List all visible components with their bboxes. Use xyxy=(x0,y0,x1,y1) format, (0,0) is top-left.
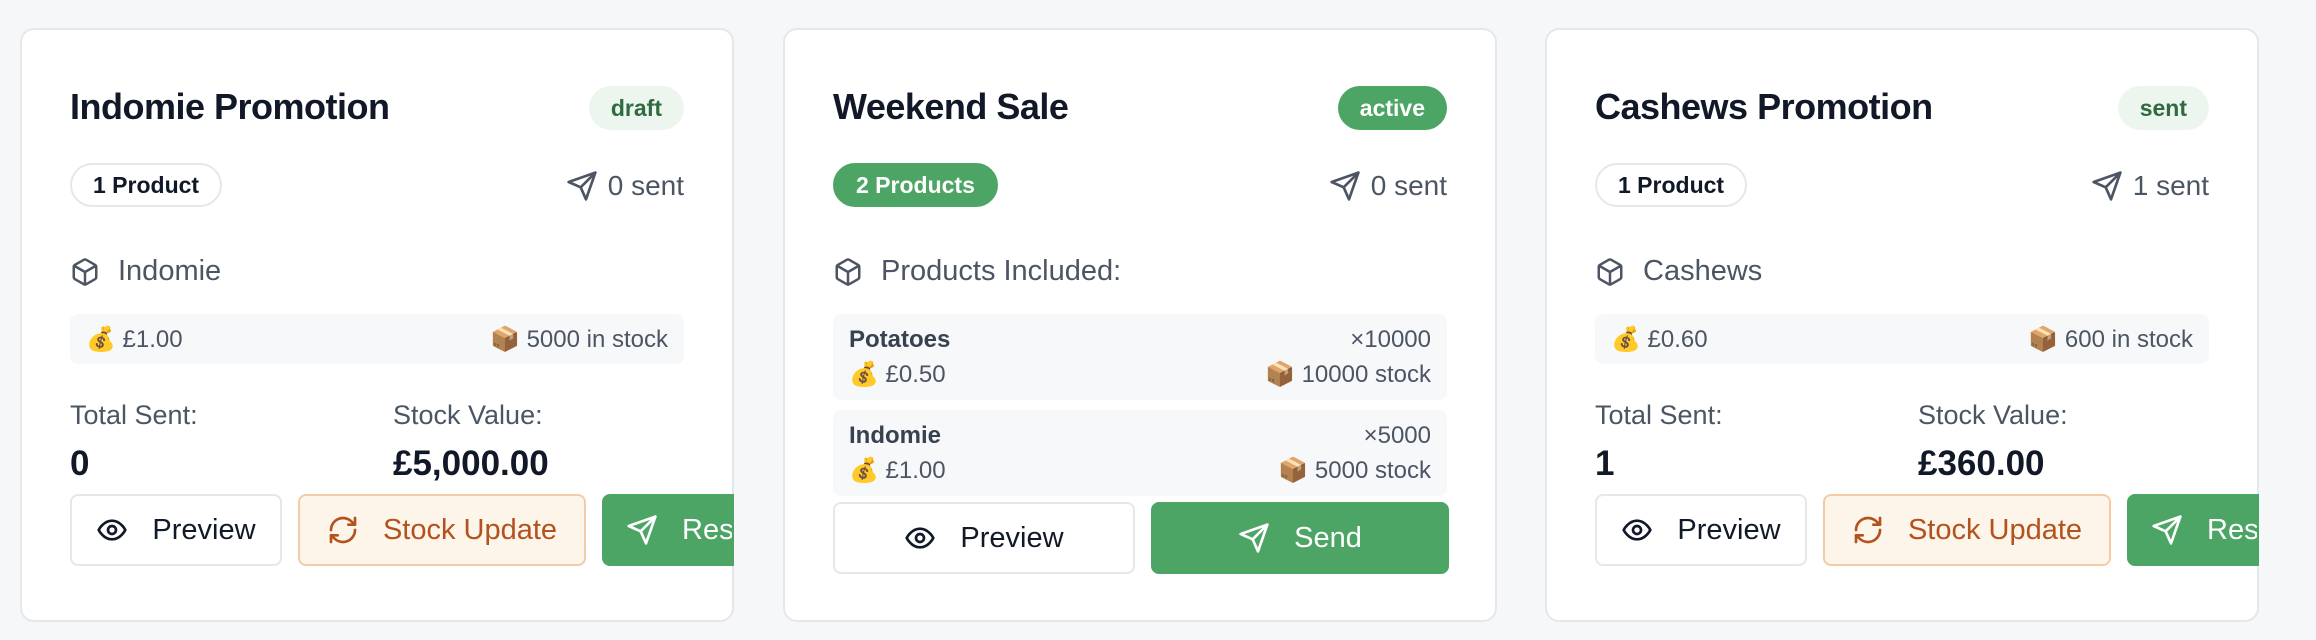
campaign-title: Weekend Sale xyxy=(833,86,1069,127)
send-button-label: Send xyxy=(1294,521,1362,554)
stock-update-button-label: Stock Update xyxy=(382,513,558,546)
price-stock-row: 💰 £1.00 📦 5000 in stock xyxy=(70,314,684,364)
status-badge: sent xyxy=(2117,86,2209,130)
sent-count: 0 sent xyxy=(566,166,684,206)
stock-value: £360.00 xyxy=(1918,444,2045,483)
products-included-label: Products Included: xyxy=(881,255,1122,287)
product-line: Cashews xyxy=(1595,255,1762,288)
refresh-icon xyxy=(329,516,357,544)
sent-count-label: 0 sent xyxy=(607,170,684,201)
product-line: Indomie xyxy=(70,255,221,288)
resend-button-label: Resend xyxy=(2207,513,2259,546)
preview-button-label: Preview xyxy=(152,513,256,546)
send-icon xyxy=(567,171,597,201)
preview-button[interactable]: Preview xyxy=(1595,494,1807,566)
price: 💰 £1.00 xyxy=(849,457,946,484)
total-sent-value: 0 xyxy=(70,444,90,483)
send-icon xyxy=(2092,171,2122,201)
total-sent-value: 1 xyxy=(1595,444,1615,483)
send-icon xyxy=(627,515,657,545)
preview-button-label: Preview xyxy=(1677,513,1781,546)
resend-button[interactable]: Resend xyxy=(2127,494,2259,566)
package-icon xyxy=(835,257,861,286)
send-icon xyxy=(1239,523,1269,553)
eye-icon xyxy=(905,527,936,549)
stock-value-label: Stock Value: xyxy=(1918,400,2068,430)
stock: 📦 5000 in stock xyxy=(490,325,668,353)
stock-update-button[interactable]: Stock Update xyxy=(298,494,586,566)
stock: 📦 600 in stock xyxy=(2028,325,2193,353)
product-name: Potatoes xyxy=(849,325,951,353)
price: 💰 £1.00 xyxy=(86,325,183,353)
refresh-icon xyxy=(1854,516,1882,544)
campaign-card: Cashews Promotion sent 1 Product 1 sent … xyxy=(1545,28,2259,622)
package-icon xyxy=(72,257,98,286)
stock-update-button[interactable]: Stock Update xyxy=(1823,494,2111,566)
product-qty: ×10000 xyxy=(1350,325,1431,353)
campaign-title: Cashews Promotion xyxy=(1595,86,1933,127)
sent-count-label: 0 sent xyxy=(1370,170,1447,201)
resend-button[interactable]: Resend xyxy=(602,494,734,566)
sent-count: 1 sent xyxy=(2091,166,2209,206)
status-badge: active xyxy=(1337,86,1447,130)
preview-button-label: Preview xyxy=(960,521,1064,554)
stock: 📦 5000 stock xyxy=(1278,457,1431,484)
product-count-badge: 1 Product xyxy=(1595,163,1748,207)
campaign-card: Weekend Sale active 2 Products 0 sent Pr… xyxy=(783,28,1497,622)
price: 💰 £0.50 xyxy=(849,361,946,388)
price-stock-row: 💰 £0.60 📦 600 in stock xyxy=(1595,314,2209,364)
campaign-title: Indomie Promotion xyxy=(70,86,390,127)
product-name: Indomie xyxy=(118,255,222,287)
product-qty: ×5000 xyxy=(1363,421,1431,449)
eye-icon xyxy=(97,519,128,541)
product-name: Cashews xyxy=(1643,255,1763,287)
product-item: Potatoes ×10000 💰 £0.50 📦 10000 stock xyxy=(833,314,1447,400)
send-icon xyxy=(2152,515,2182,545)
products-included-line: Products Included: xyxy=(833,255,1121,288)
product-item: Indomie ×5000 💰 £1.00 📦 5000 stock xyxy=(833,410,1447,496)
package-icon xyxy=(1597,257,1623,286)
stock: 📦 10000 stock xyxy=(1265,361,1431,388)
price: 💰 £0.60 xyxy=(1611,325,1708,353)
preview-button[interactable]: Preview xyxy=(70,494,282,566)
campaign-card: Indomie Promotion draft 1 Product 0 sent… xyxy=(20,28,734,622)
stock-update-button-label: Stock Update xyxy=(1907,513,2083,546)
product-count-badge: 2 Products xyxy=(833,163,998,207)
stock-value-label: Stock Value: xyxy=(393,400,543,430)
sent-count-label: 1 sent xyxy=(2132,170,2209,201)
resend-button-label: Resend xyxy=(682,513,734,546)
total-sent-label: Total Sent: xyxy=(1595,400,1723,430)
status-badge: draft xyxy=(588,86,684,130)
product-count-badge: 1 Product xyxy=(70,163,223,207)
send-icon xyxy=(1330,171,1360,201)
eye-icon xyxy=(1622,519,1653,541)
total-sent-label: Total Sent: xyxy=(70,400,198,430)
send-button[interactable]: Send xyxy=(1151,502,1449,574)
preview-button[interactable]: Preview xyxy=(833,502,1135,574)
sent-count: 0 sent xyxy=(1329,166,1447,206)
stock-value: £5,000.00 xyxy=(393,444,549,483)
product-name: Indomie xyxy=(849,421,942,449)
